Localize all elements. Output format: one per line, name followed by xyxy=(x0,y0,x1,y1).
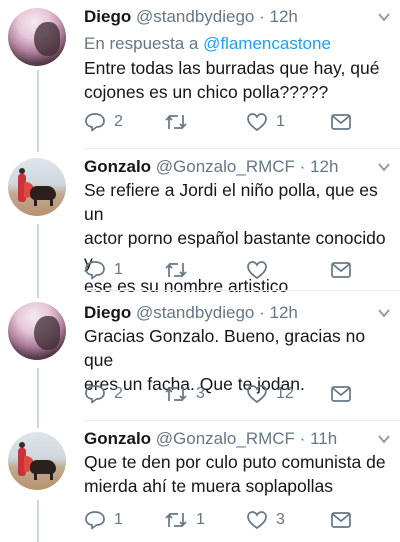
timestamp[interactable]: 12h xyxy=(270,303,298,322)
retweet-button[interactable] xyxy=(164,258,196,282)
tweet-text: Entre todas las burradas que hay, qué co… xyxy=(84,56,390,104)
tweet-text-line: Se refiere a Jordi el niño polla, que es… xyxy=(84,180,378,224)
retweet-icon xyxy=(165,386,187,402)
avatar[interactable] xyxy=(8,432,66,490)
retweet-icon xyxy=(165,262,187,278)
envelope-icon xyxy=(331,262,351,278)
like-count: 12 xyxy=(276,385,294,402)
chevron-down-icon[interactable] xyxy=(378,162,390,172)
avatar[interactable] xyxy=(8,158,66,216)
like-count: 3 xyxy=(276,511,285,528)
reply-button[interactable]: 2 xyxy=(84,382,123,406)
tweet-text-line: mierda ahí te muera soplapollas xyxy=(84,476,334,496)
separator: · xyxy=(299,429,306,448)
tweet-text-line: Entre todas las burradas que hay, qué xyxy=(84,58,380,78)
heart-icon xyxy=(247,511,267,530)
reply-icon xyxy=(85,261,105,280)
retweet-icon xyxy=(165,512,187,528)
dm-button[interactable] xyxy=(330,110,352,134)
heart-icon xyxy=(247,113,267,132)
dm-button[interactable] xyxy=(330,382,352,406)
envelope-icon xyxy=(331,114,351,130)
separator: · xyxy=(259,7,265,26)
tweet[interactable]: Diego @standbydiego · 12h En respuesta a… xyxy=(0,0,400,148)
like-button[interactable] xyxy=(246,258,276,282)
reply-icon xyxy=(85,113,105,132)
tweet-actions: 1 xyxy=(84,258,360,282)
chevron-down-icon[interactable] xyxy=(378,434,390,444)
chevron-down-icon[interactable] xyxy=(378,12,390,22)
tweet-text-line: Que te den por culo puto comunista de xyxy=(84,452,386,472)
reply-count: 2 xyxy=(114,385,123,402)
like-button[interactable]: 12 xyxy=(246,382,294,406)
dm-button[interactable] xyxy=(330,258,352,282)
timestamp[interactable]: 12h xyxy=(270,7,298,26)
retweet-icon xyxy=(165,114,187,130)
heart-icon xyxy=(247,261,267,280)
tweet-header: Gonzalo @Gonzalo_RMCF · 11h xyxy=(84,426,337,452)
reply-button[interactable]: 2 xyxy=(84,110,123,134)
tweet-actions: 2 1 xyxy=(84,110,360,134)
tweet-header: Diego @standbydiego · 12h xyxy=(84,4,298,30)
tweet-header: Diego @standbydiego · 12h xyxy=(84,300,298,326)
tweet[interactable]: Gonzalo @Gonzalo_RMCF · 12h Se refiere a… xyxy=(0,148,400,296)
reply-count: 1 xyxy=(114,511,123,528)
display-name[interactable]: Gonzalo xyxy=(84,157,151,176)
like-button[interactable]: 1 xyxy=(246,110,285,134)
reply-button[interactable]: 1 xyxy=(84,508,123,532)
display-name[interactable]: Gonzalo xyxy=(84,429,151,448)
retweet-button[interactable]: 3 xyxy=(164,382,205,406)
reply-count: 1 xyxy=(114,261,123,278)
envelope-icon xyxy=(331,386,351,402)
like-button[interactable]: 3 xyxy=(246,508,285,532)
reply-button[interactable]: 1 xyxy=(84,258,123,282)
handle[interactable]: @standbydiego xyxy=(136,303,254,322)
like-count: 1 xyxy=(276,113,285,130)
tweet-text-line: Gracias Gonzalo. Bueno, gracias no que xyxy=(84,326,366,370)
reply-icon xyxy=(85,385,105,404)
reply-icon xyxy=(85,511,105,530)
display-name[interactable]: Diego xyxy=(84,303,131,322)
retweet-button[interactable]: 1 xyxy=(164,508,205,532)
tweet[interactable]: Gonzalo @Gonzalo_RMCF · 11h Que te den p… xyxy=(0,420,400,542)
retweet-count: 1 xyxy=(196,511,205,528)
tweet-text: Que te den por culo puto comunista de mi… xyxy=(84,450,390,498)
reply-prefix: En respuesta a xyxy=(84,34,199,53)
avatar[interactable] xyxy=(8,8,66,66)
dm-button[interactable] xyxy=(330,508,352,532)
timestamp[interactable]: 12h xyxy=(310,157,338,176)
handle[interactable]: @Gonzalo_RMCF xyxy=(156,157,295,176)
mention-link[interactable]: @flamencastone xyxy=(203,34,331,53)
display-name[interactable]: Diego xyxy=(84,7,131,26)
chevron-down-icon[interactable] xyxy=(378,308,390,318)
separator: · xyxy=(299,157,306,176)
envelope-icon xyxy=(331,512,351,528)
separator: · xyxy=(259,303,265,322)
avatar[interactable] xyxy=(8,302,66,360)
retweet-button[interactable] xyxy=(164,110,196,134)
handle[interactable]: @standbydiego xyxy=(136,7,254,26)
tweet-actions: 2 3 12 xyxy=(84,382,360,406)
timestamp[interactable]: 11h xyxy=(310,429,337,448)
reply-context: En respuesta a @flamencastone xyxy=(84,32,331,56)
tweet-text-line: cojones es un chico polla????? xyxy=(84,82,329,102)
retweet-count: 3 xyxy=(196,385,205,402)
tweet-actions: 1 1 3 xyxy=(84,508,360,532)
handle[interactable]: @Gonzalo_RMCF xyxy=(156,429,295,448)
tweet-header: Gonzalo @Gonzalo_RMCF · 12h xyxy=(84,154,338,180)
heart-icon xyxy=(247,385,267,404)
reply-count: 2 xyxy=(114,113,123,130)
tweet[interactable]: Diego @standbydiego · 12h Gracias Gonzal… xyxy=(0,290,400,420)
